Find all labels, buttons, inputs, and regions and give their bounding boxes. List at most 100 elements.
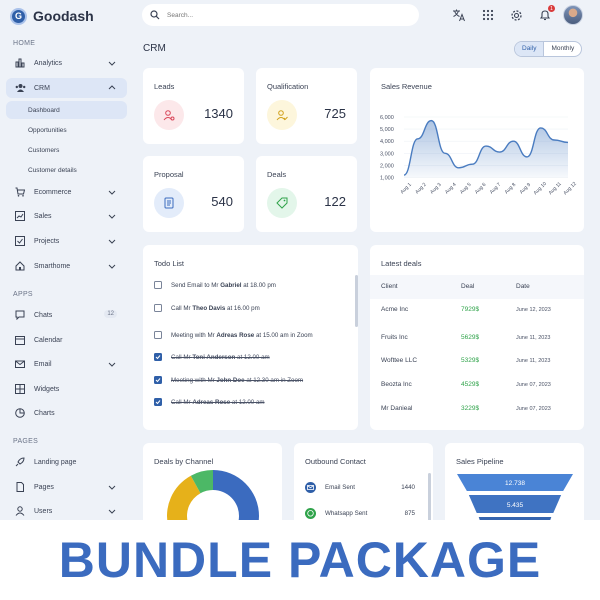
x-tick-label: Aug 4 [444,182,458,196]
sidebar-item-label: CRM [34,84,50,92]
sidebar-sub-opportunities[interactable]: Opportunities [6,121,127,139]
chevron-down-icon [108,190,116,195]
todo-item[interactable]: Meeting with Mr John Doe at 12.30 am in … [154,373,344,387]
todo-text-post: at 12.30 am in Zoom [244,376,304,384]
deal-date: June 12, 2023 [516,307,551,313]
page-icon [14,481,26,493]
todo-item[interactable]: Call Mr Theo Davis at 16.00 pm [154,301,344,315]
todo-scrollbar[interactable] [355,275,358,327]
pie-icon [14,407,26,419]
notification-bell-icon[interactable]: 1 [537,5,555,23]
widgets-icon [14,383,26,395]
sales-revenue-card: Sales Revenue 6,000 5,000 4,000 3,000 2,000 1… [370,68,584,232]
sidebar-item-calendar[interactable]: Calendar [6,330,127,350]
todo-text: Meeting with Mr John Doe at 12.30 am in … [171,377,303,384]
todo-checkbox[interactable] [154,376,162,384]
toggle-monthly[interactable]: Monthly [544,42,581,56]
section-apps: APPS [13,291,33,298]
column-header-date: Date [516,283,530,290]
sidebar-sub-customer-details[interactable]: Customer details [6,161,127,179]
section-home: HOME [13,40,36,47]
stat-label: Qualification [267,82,309,91]
table-header [370,275,584,299]
search-input[interactable] [167,11,397,19]
todo-text-person: Toni Anderson [192,353,236,361]
deal-amount: 3229$ [461,405,480,412]
sidebar-item-label: Charts [34,409,55,417]
user-avatar[interactable] [563,5,583,25]
translate-icon[interactable] [451,7,467,23]
card-title: Todo List [154,259,185,268]
todo-checkbox[interactable] [154,304,162,312]
sidebar-item-ecommerce[interactable]: Ecommerce [6,182,127,202]
sidebar-item-label: Email [34,360,52,368]
outbound-row-email: Email Sent 1440 [305,480,415,494]
todo-checkbox[interactable] [154,398,162,406]
sidebar-item-label: Sales [34,212,52,220]
stat-label: Leads [154,82,175,91]
deal-date: June 11, 2023 [516,335,551,341]
sidebar-item-chats[interactable]: Chats 12 [6,305,127,325]
deal-client: Mr Danieal [381,405,413,412]
chats-count-badge: 12 [104,310,117,318]
sidebar-item-sales[interactable]: Sales [6,206,127,226]
chevron-down-icon [108,264,116,269]
x-tick-label: Aug 9 [519,182,533,196]
todo-checkbox[interactable] [154,353,162,361]
sidebar-item-landing-page[interactable]: Landing page [6,452,127,472]
sidebar-sub-customers[interactable]: Customers [6,141,127,159]
settings-gear-icon[interactable] [508,7,524,23]
x-tick-label: Aug 10 [533,181,549,197]
app-name: Goodash [33,8,94,24]
sidebar-item-label: Projects [34,237,60,245]
stat-value: 725 [324,106,346,121]
todo-item[interactable]: Meeting with Mr Adreas Rose at 15.00 am … [154,328,344,342]
y-tick-label: 2,000 [380,163,394,169]
todo-item[interactable]: Call Mr Toni Anderson at 12.00 am [154,350,344,364]
sidebar: G Goodash HOME Analytics CRM Dashboard O… [0,0,133,520]
column-header-client: Client [381,283,398,290]
apps-grid-icon[interactable] [480,7,496,23]
sidebar-item-projects[interactable]: Projects [6,231,127,251]
todo-text-pre: Send Email to Mr [171,281,221,289]
chevron-down-icon [108,239,116,244]
x-tick-label: Aug 6 [474,182,488,196]
sidebar-sub-dashboard[interactable]: Dashboard [6,101,127,119]
y-tick-label: 6,000 [380,115,394,121]
stat-card-qualification: Qualification 725 [256,68,357,144]
sidebar-item-smarthome[interactable]: Smarthome [6,256,127,276]
sidebar-item-pages[interactable]: Pages [6,477,127,497]
sidebar-item-charts[interactable]: Charts [6,403,127,423]
column-header-deal: Deal [461,283,475,290]
todo-item[interactable]: Send Email to Mr Gabriel at 18.00 pm [154,278,344,292]
sidebar-item-analytics[interactable]: Analytics [6,53,127,73]
todo-text-person: Theo Davis [192,304,226,312]
period-toggle[interactable]: Daily Monthly [514,41,583,57]
sidebar-item-widgets[interactable]: Widgets [6,379,127,399]
sidebar-item-crm[interactable]: CRM [6,78,127,98]
sidebar-item-label: Chats [34,311,53,319]
outbound-label: Email Sent [325,483,355,491]
todo-item[interactable]: Call Mr Adreas Rose at 12.00 am [154,395,344,409]
sidebar-item-label: Pages [34,483,54,491]
search-bar[interactable] [142,4,419,26]
chevron-up-icon [108,85,116,90]
todo-checkbox[interactable] [154,281,162,289]
logo[interactable]: G Goodash [10,6,94,26]
stat-card-leads: Leads 1340 [143,68,244,144]
sidebar-item-users[interactable]: Users [6,501,127,521]
card-title: Latest deals [381,259,422,268]
todo-text: Send Email to Mr Gabriel at 18.00 pm [171,282,276,289]
chat-icon [14,309,26,321]
outbound-value: 875 [404,509,415,517]
todo-text: Call Mr Adreas Rose at 12.00 am [171,399,265,406]
toggle-daily[interactable]: Daily [515,42,545,56]
todo-checkbox[interactable] [154,331,162,339]
todo-text-post: at 15.00 am in Zoom [254,331,313,339]
bar-chart-icon [14,57,26,69]
notification-count-badge: 1 [548,5,555,12]
sidebar-item-email[interactable]: Email [6,354,127,374]
todo-text: Call Mr Toni Anderson at 12.00 am [171,354,270,361]
outbound-scrollbar[interactable] [428,473,431,523]
deal-client: Acme Inc [381,306,409,313]
